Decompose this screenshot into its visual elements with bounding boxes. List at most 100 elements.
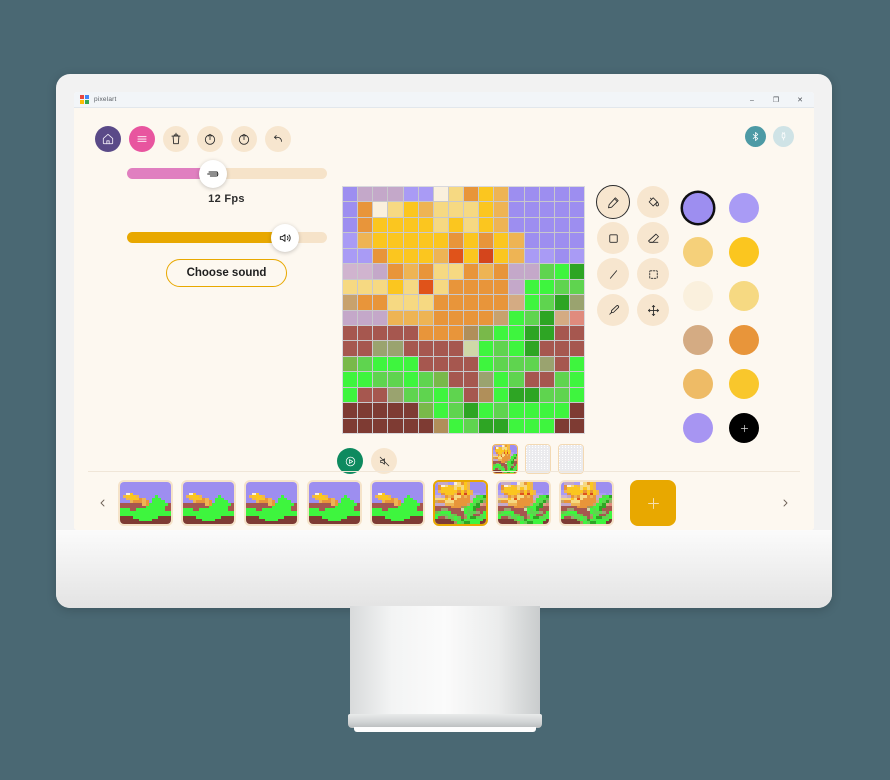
eraser-tool[interactable] — [637, 222, 669, 254]
pixel-cell[interactable] — [373, 418, 388, 433]
pixel-cell[interactable] — [343, 295, 358, 310]
pixel-cell[interactable] — [479, 202, 494, 217]
pixel-cell[interactable] — [554, 403, 569, 418]
pixel-cell[interactable] — [569, 279, 584, 295]
pixel-cell[interactable] — [482, 521, 486, 524]
pixel-cell[interactable] — [494, 279, 509, 295]
menu-button[interactable] — [129, 126, 155, 152]
pixel-cell[interactable] — [569, 341, 584, 356]
pixel-cell[interactable] — [479, 310, 494, 325]
pixel-cell[interactable] — [373, 264, 388, 279]
pixel-cell[interactable] — [403, 264, 418, 279]
pixel-cell[interactable] — [524, 356, 539, 372]
pixel-cell[interactable] — [569, 310, 584, 325]
pixel-cell[interactable] — [433, 264, 448, 279]
pixel-cell[interactable] — [419, 521, 423, 524]
pixel-cell[interactable] — [403, 341, 418, 356]
frame-thumbnail[interactable] — [370, 480, 425, 526]
pixel-cell[interactable] — [569, 418, 584, 433]
pixel-cell[interactable] — [373, 295, 388, 310]
pixel-cell[interactable] — [358, 202, 373, 217]
pixel-cell[interactable] — [509, 310, 524, 325]
pixel-cell[interactable] — [388, 325, 403, 341]
pixel-cell[interactable] — [464, 248, 479, 264]
pixel-cell[interactable] — [448, 325, 463, 341]
pixel-cell[interactable] — [554, 418, 569, 433]
pixel-cell[interactable] — [343, 187, 358, 202]
pixel-cell[interactable] — [554, 341, 569, 356]
swatch-pale-gold[interactable] — [683, 237, 713, 267]
pixel-cell[interactable] — [554, 233, 569, 248]
pixel-cell[interactable] — [358, 217, 373, 233]
pixel-cell[interactable] — [509, 403, 524, 418]
pixel-cell[interactable] — [509, 187, 524, 202]
close-button[interactable]: ✕ — [788, 92, 812, 108]
pixel-cell[interactable] — [479, 248, 494, 264]
pixel-cell[interactable] — [418, 187, 433, 202]
pixel-cell[interactable] — [433, 202, 448, 217]
pixel-cell[interactable] — [494, 372, 509, 387]
pixel-cell[interactable] — [388, 310, 403, 325]
pixel-cell[interactable] — [418, 403, 433, 418]
pixel-cell[interactable] — [509, 295, 524, 310]
pixel-cell[interactable] — [418, 202, 433, 217]
pixel-cell[interactable] — [524, 217, 539, 233]
pixel-cell[interactable] — [545, 521, 549, 524]
swatch-light-periwinkle[interactable] — [729, 193, 759, 223]
volume-slider[interactable] — [126, 223, 327, 252]
pixel-cell[interactable] — [373, 341, 388, 356]
pixel-cell[interactable] — [448, 310, 463, 325]
pixel-canvas-grid[interactable] — [342, 186, 585, 434]
pixel-cell[interactable] — [403, 372, 418, 387]
pixel-cell[interactable] — [388, 418, 403, 433]
pixel-cell[interactable] — [479, 325, 494, 341]
pixel-cell[interactable] — [418, 295, 433, 310]
pixel-cell[interactable] — [509, 279, 524, 295]
pixel-cell[interactable] — [569, 403, 584, 418]
pixel-cell[interactable] — [554, 202, 569, 217]
pixel-cell[interactable] — [464, 187, 479, 202]
pixel-cell[interactable] — [388, 295, 403, 310]
usb-toggle[interactable] — [773, 126, 794, 147]
pixel-cell[interactable] — [494, 418, 509, 433]
pixel-cell[interactable] — [608, 521, 612, 524]
pixel-cell[interactable] — [448, 372, 463, 387]
pixel-cell[interactable] — [554, 279, 569, 295]
pixel-cell[interactable] — [539, 202, 554, 217]
pixel-cell[interactable] — [403, 310, 418, 325]
maximize-button[interactable]: ❐ — [764, 92, 788, 108]
pixel-cell[interactable] — [464, 217, 479, 233]
volume-slider-knob[interactable] — [270, 223, 299, 252]
pixel-cell[interactable] — [524, 264, 539, 279]
pixel-cell[interactable] — [343, 217, 358, 233]
pixel-cell[interactable] — [479, 403, 494, 418]
pixel-cell[interactable] — [569, 295, 584, 310]
pixel-cell[interactable] — [479, 372, 494, 387]
pixel-cell[interactable] — [433, 187, 448, 202]
pixel-cell[interactable] — [403, 356, 418, 372]
add-frame-button[interactable] — [630, 480, 676, 526]
frame-thumbnail[interactable] — [118, 480, 173, 526]
pixel-cell[interactable] — [479, 279, 494, 295]
pixel-cell[interactable] — [403, 248, 418, 264]
pixel-cell[interactable] — [494, 187, 509, 202]
pixel-cell[interactable] — [448, 217, 463, 233]
pixel-cell[interactable] — [464, 341, 479, 356]
pixel-cell[interactable] — [539, 248, 554, 264]
pixel-cell[interactable] — [479, 233, 494, 248]
pixel-cell[interactable] — [433, 387, 448, 403]
pixel-cell[interactable] — [373, 248, 388, 264]
pixel-cell[interactable] — [569, 356, 584, 372]
pixel-cell[interactable] — [524, 310, 539, 325]
pixel-cell[interactable] — [464, 372, 479, 387]
pixel-cell[interactable] — [448, 403, 463, 418]
frame-thumbnail[interactable] — [433, 480, 488, 526]
swatch-add-color[interactable] — [729, 413, 759, 443]
pixel-cell[interactable] — [464, 233, 479, 248]
pixel-cell[interactable] — [403, 279, 418, 295]
pixel-cell[interactable] — [554, 325, 569, 341]
pixel-cell[interactable] — [464, 418, 479, 433]
pixel-cell[interactable] — [554, 295, 569, 310]
pixel-cell[interactable] — [524, 418, 539, 433]
home-button[interactable] — [95, 126, 121, 152]
